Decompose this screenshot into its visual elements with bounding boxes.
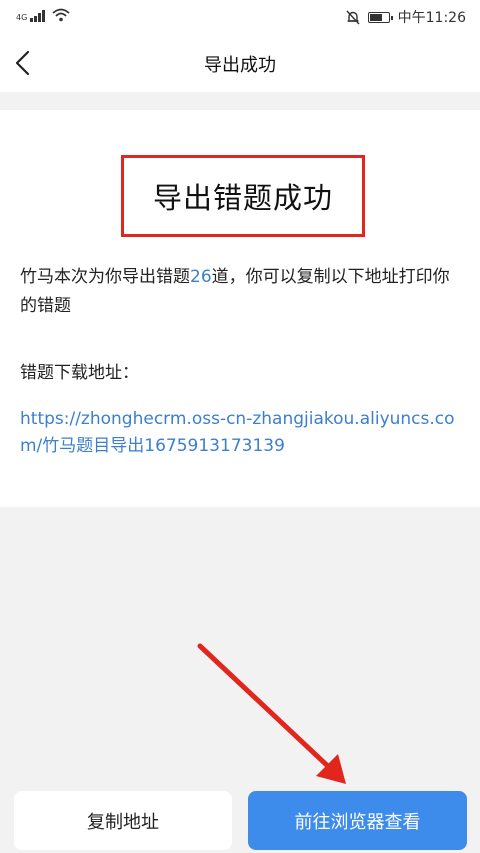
status-bar: 4G 中午11:26 [0,0,480,34]
desc-prefix: 竹马本次为你导出错题 [20,267,190,287]
red-arrow-icon [197,643,346,784]
status-time: 中午11:26 [397,10,466,26]
status-right: 中午11:26 [346,7,466,27]
download-label: 错题下载地址： [20,363,139,383]
page-title: 导出成功 [204,55,276,76]
result-description: 竹马本次为你导出错题26道，你可以复制以下地址打印你的错题 [20,263,460,321]
battery-icon [367,11,393,23]
wifi-icon [52,8,70,22]
success-headline: 导出错题成功 [152,181,333,215]
copy-address-button[interactable]: 复制地址 [14,791,232,850]
open-browser-button[interactable]: 前往浏览器查看 [248,791,467,850]
result-card: 导出错题成功 竹马本次为你导出错题26道，你可以复制以下地址打印你的错题 错题下… [0,110,480,507]
mute-bell-icon [346,10,360,24]
status-left: 4G [16,8,70,22]
download-url-link[interactable]: https://zhonghecrm.oss-cn-zhangjiakou.al… [20,406,470,460]
signal-icon [30,10,46,22]
nav-bar: 导出成功 [0,34,480,92]
highlight-box: 导出错题成功 [121,155,365,237]
question-count: 26 [190,267,212,287]
network-type: 4G [16,13,28,22]
